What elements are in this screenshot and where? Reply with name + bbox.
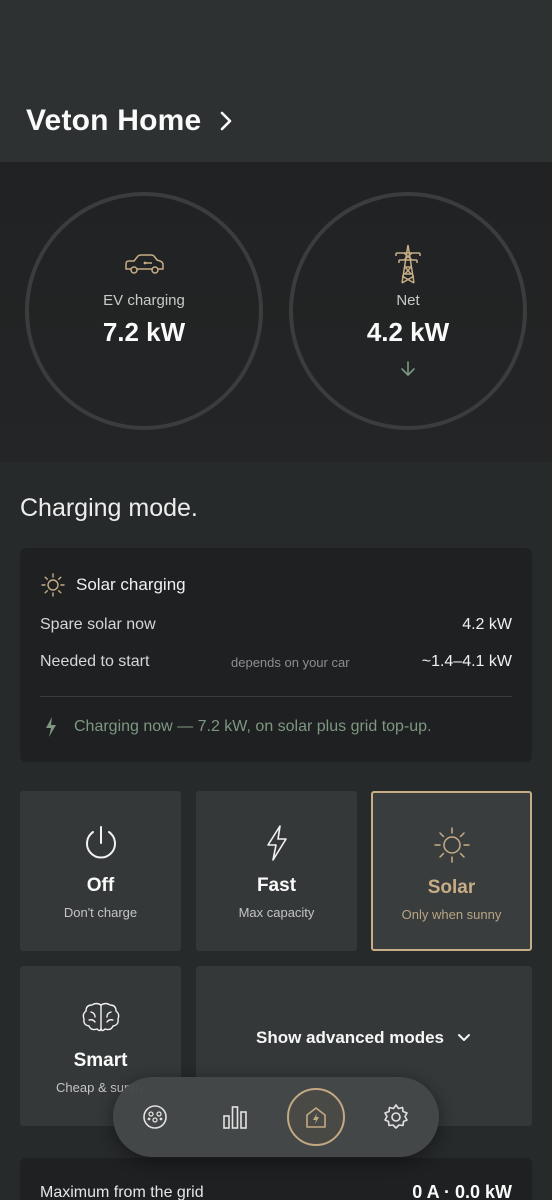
section-title: Charging mode. [20, 494, 198, 522]
ev-charging-value: 7.2 kW [102, 317, 186, 347]
row-value: ~1.4–4.1 kW [421, 653, 512, 670]
ev-charging-gauge[interactable]: EV charging 7.2 kW [25, 192, 263, 430]
header: Veton Home [0, 0, 552, 162]
brain-icon [81, 998, 121, 1038]
lightning-icon [46, 717, 56, 737]
chevron-down-icon [458, 1034, 470, 1041]
mode-subtitle: Max capacity [238, 905, 315, 920]
mode-subtitle: Don't charge [63, 905, 138, 920]
row-label: Needed to start [40, 653, 150, 670]
mode-solar-button[interactable]: Solar Only when sunny [371, 791, 532, 951]
card-title: Solar charging [76, 575, 186, 594]
card-header: Solar charging [40, 572, 186, 598]
home-charger-icon[interactable] [287, 1088, 345, 1146]
bar-chart-icon[interactable] [215, 1097, 255, 1137]
ev-charging-label: EV charging [103, 292, 185, 309]
net-value: 4.2 kW [366, 317, 450, 347]
power-icon [82, 823, 120, 863]
energy-overview: EV charging 7.2 kW Net 4.2 kW [0, 162, 552, 462]
needed-to-start-row: Needed to start depends on your car ~1.4… [40, 653, 512, 671]
car-icon [122, 246, 166, 282]
lightning-icon [263, 823, 291, 863]
advanced-label: Show advanced modes [256, 1028, 444, 1047]
mode-off-button[interactable]: Off Don't charge [20, 791, 181, 951]
bottom-nav [113, 1077, 439, 1157]
mode-subtitle: Only when sunny [401, 907, 502, 922]
net-label: Net [396, 292, 420, 309]
mode-title: Smart [73, 1050, 128, 1071]
solar-charging-card: Solar charging Spare solar now 4.2 kW Ne… [20, 548, 532, 762]
mode-title: Solar [427, 877, 476, 898]
mode-title: Fast [256, 875, 297, 896]
row-value: 4.2 kW [462, 616, 512, 633]
mode-fast-button[interactable]: Fast Max capacity [196, 791, 357, 951]
charging-status: Charging now — 7.2 kW, on solar plus gri… [44, 716, 432, 738]
grid-limit-card[interactable]: Maximum from the grid 0 A · 0.0 kW [20, 1158, 532, 1200]
page-title: Veton Home [26, 104, 202, 137]
divider [40, 696, 512, 697]
sun-icon [41, 573, 65, 597]
spare-solar-row: Spare solar now 4.2 kW [40, 616, 512, 634]
grid-limit-value: 0 A · 0.0 kW [412, 1182, 512, 1200]
chevron-right-icon [221, 111, 232, 131]
mode-title: Off [86, 875, 115, 896]
down-arrow-icon [399, 360, 417, 383]
charger-plug-icon[interactable] [135, 1097, 175, 1137]
status-text: Charging now — 7.2 kW, on solar plus gri… [74, 718, 432, 735]
grid-limit-label: Maximum from the grid [40, 1184, 204, 1200]
net-gauge[interactable]: Net 4.2 kW [289, 192, 527, 430]
sun-icon [433, 825, 471, 865]
home-selector[interactable]: Veton Home [26, 104, 237, 138]
settings-gear-icon[interactable] [376, 1097, 416, 1137]
row-hint: depends on your car [231, 654, 350, 670]
row-label: Spare solar now [40, 616, 156, 633]
power-pylon-icon [390, 244, 426, 284]
